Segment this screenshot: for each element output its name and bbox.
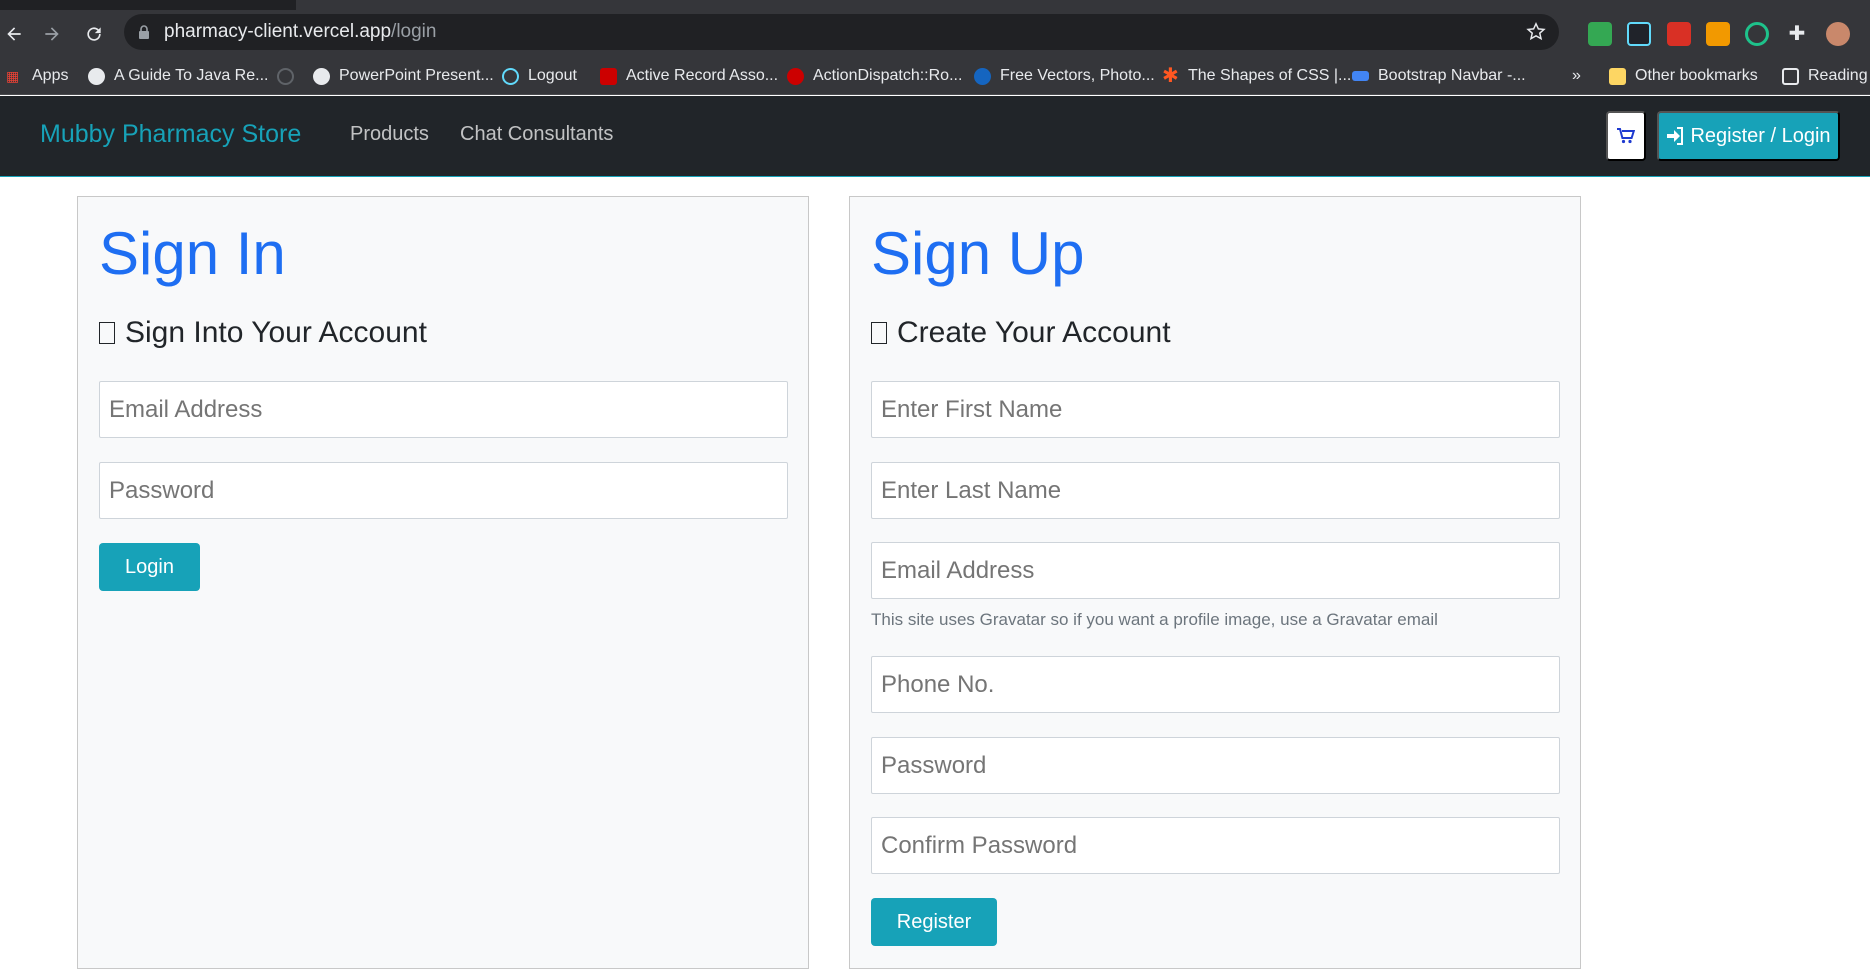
active-tab[interactable]: [296, 0, 1870, 10]
login-button[interactable]: Login: [99, 543, 200, 591]
signin-lead: Sign Into Your Account: [99, 316, 427, 350]
brand-link[interactable]: Mubby Pharmacy Store: [40, 120, 301, 149]
register-button[interactable]: Register: [871, 898, 997, 946]
profile-avatar-icon[interactable]: [1826, 22, 1850, 46]
app-navbar: Mubby Pharmacy Store Products Chat Consu…: [0, 96, 1870, 177]
phone-input[interactable]: [871, 656, 1560, 713]
apps-grid-icon: ▦: [6, 67, 23, 85]
sign-in-icon: [1667, 127, 1684, 145]
lock-icon[interactable]: [136, 24, 152, 40]
rails-icon: [600, 67, 617, 85]
extensions-puzzle-icon[interactable]: ✚: [1785, 22, 1809, 46]
browser-toolbar: pharmacy-client.vercel.app/login ✚: [0, 10, 1870, 55]
bookmark-css-shapes[interactable]: ✱ The Shapes of CSS |...: [1162, 64, 1351, 88]
signup-password-input[interactable]: [871, 737, 1560, 794]
reading-list[interactable]: Reading: [1782, 64, 1868, 88]
bookmark-other-folder[interactable]: Other bookmarks: [1609, 64, 1758, 88]
back-icon[interactable]: [0, 20, 28, 48]
bookmark-star-icon[interactable]: [1525, 21, 1547, 43]
mdb-icon: [1352, 71, 1369, 81]
globe-icon: [88, 67, 105, 85]
nav-link-chat-consultants[interactable]: Chat Consultants: [460, 123, 613, 146]
bookmark-action-dispatch[interactable]: ActionDispatch::Ro...: [787, 64, 962, 88]
ruby-icon: [787, 67, 804, 85]
signin-title: Sign In: [99, 220, 286, 287]
user-icon: [99, 322, 115, 344]
loading-favicon-icon[interactable]: [277, 64, 294, 88]
cart-button[interactable]: [1606, 111, 1646, 161]
register-login-button[interactable]: Register / Login: [1657, 111, 1840, 161]
folder-icon: [1609, 67, 1626, 85]
address-bar[interactable]: pharmacy-client.vercel.app/login: [124, 14, 1559, 50]
gravatar-hint: This site uses Gravatar so if you want a…: [871, 610, 1438, 629]
confirm-password-input[interactable]: [871, 817, 1560, 874]
reading-list-icon: [1782, 67, 1799, 85]
asterisk-icon: ✱: [1162, 64, 1179, 87]
signin-password-input[interactable]: [99, 462, 788, 519]
reload-icon[interactable]: [80, 20, 108, 48]
pocket-extension-icon[interactable]: [1667, 22, 1691, 46]
react-devtools-icon[interactable]: [1627, 22, 1651, 46]
bookmarks-bar: ▦ Apps A Guide To Java Re... PowerPoint P…: [0, 55, 1870, 95]
target-extension-icon[interactable]: [1745, 22, 1769, 46]
first-name-input[interactable]: [871, 381, 1560, 438]
bookmarks-overflow-chevron[interactable]: »: [1572, 64, 1581, 88]
cart-icon: [1617, 128, 1635, 144]
user-icon: [871, 322, 887, 344]
grid-extension-icon[interactable]: [1706, 22, 1730, 46]
react-icon: [502, 67, 519, 85]
bookmark-active-record[interactable]: Active Record Asso...: [600, 64, 778, 88]
last-name-input[interactable]: [871, 462, 1560, 519]
bookmark-logout[interactable]: Logout: [502, 64, 577, 88]
bookmark-powerpoint[interactable]: PowerPoint Present...: [313, 64, 494, 88]
signup-title: Sign Up: [871, 220, 1085, 287]
url-text[interactable]: pharmacy-client.vercel.app/login: [164, 21, 436, 43]
nav-link-products[interactable]: Products: [350, 123, 429, 146]
bookmark-java-guide[interactable]: A Guide To Java Re...: [88, 64, 268, 88]
freepik-icon: [974, 67, 991, 85]
browser-tab-strip: [0, 0, 1870, 10]
signin-email-input[interactable]: [99, 381, 788, 438]
signin-panel: Sign In Sign Into Your Account Login: [77, 196, 809, 969]
download-extension-icon[interactable]: [1588, 22, 1612, 46]
bookmark-apps[interactable]: ▦ Apps: [6, 64, 68, 88]
signup-lead: Create Your Account: [871, 316, 1171, 350]
forward-icon[interactable]: [38, 20, 66, 48]
bookmark-free-vectors[interactable]: Free Vectors, Photo...: [974, 64, 1155, 88]
bookmark-bootstrap-navbar[interactable]: Bootstrap Navbar -...: [1352, 64, 1526, 88]
signup-panel: Sign Up Create Your Account This site us…: [849, 196, 1581, 969]
signup-email-input[interactable]: [871, 542, 1560, 599]
globe-icon: [313, 67, 330, 85]
